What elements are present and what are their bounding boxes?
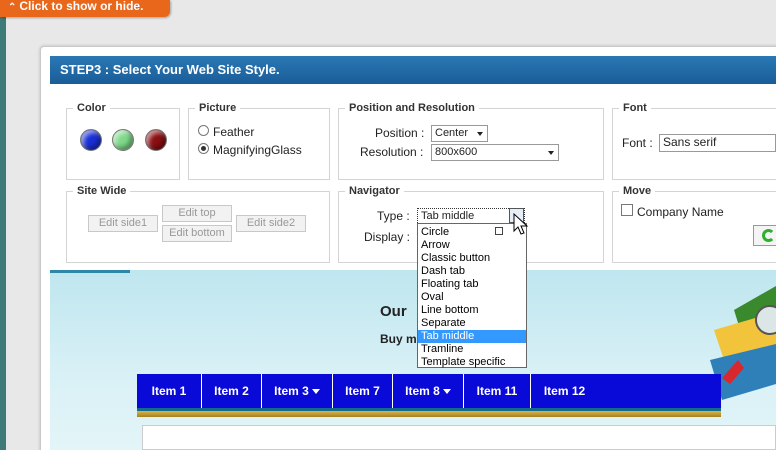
company-name-label: Company Name [637,205,724,219]
nav-item-12[interactable]: Item 12 [531,374,598,408]
magnifyingglass-label: MagnifyingGlass [213,143,302,157]
dropdown-option-line-bottom[interactable]: Line bottom [418,304,526,317]
chevron-down-icon [548,151,554,155]
nav-underline-gold [137,411,721,417]
caret-down-icon [442,389,451,395]
site-wide-legend: Site Wide [73,184,131,198]
position-label: Position : [375,126,425,140]
nav-item-3[interactable]: Item 3 [262,374,333,408]
position-legend: Position and Resolution [345,101,479,115]
company-name-checkbox[interactable] [621,204,633,216]
picture-legend: Picture [195,101,241,115]
color-swatch-dark-red[interactable] [145,129,167,151]
position-value: Center [435,127,469,139]
dropdown-option-classic-button[interactable]: Classic button [418,252,526,265]
show-hide-label: Click to show or hide. [19,0,144,13]
nav-item-11[interactable]: Item 11 [464,374,531,408]
nav-item-label: Item 1 [151,384,187,398]
chevron-down-icon [477,132,483,136]
font-label: Font : [622,136,653,150]
preview-accent-rule [50,270,130,273]
move-fieldset: Move [612,184,776,263]
nav-item-label: Item 12 [543,384,586,398]
dialog-title: STEP3 : Select Your Web Site Style. [50,56,776,84]
preview-content-box [142,425,776,450]
magnifyingglass-radio[interactable] [198,143,209,154]
nav-item-label: Item 3 [274,384,309,398]
edit-bottom-button[interactable]: Edit bottom [162,225,232,242]
dropdown-option-circle[interactable]: Circle [418,226,526,239]
nav-item-1[interactable]: Item 1 [137,374,202,408]
dropdown-option-template-specific[interactable]: Template specific [418,356,526,369]
mouse-cursor-icon [513,213,529,235]
color-swatch-green[interactable] [112,129,134,151]
dropdown-option-oval[interactable]: Oval [418,291,526,304]
preview-subheading: Buy m [380,332,417,346]
font-legend: Font [619,101,651,115]
preview-heading: Our [380,303,407,320]
resolution-label: Resolution : [360,145,424,159]
nav-item-2[interactable]: Item 2 [202,374,262,408]
color-swatch-blue[interactable] [80,129,102,151]
double-chevron-up-icon: ⌃ [8,2,17,13]
edit-top-button[interactable]: Edit top [162,205,232,222]
small-square-icon [495,227,503,235]
edit-side2-button[interactable]: Edit side2 [236,215,306,232]
nav-item-label: Item 8 [405,384,440,398]
move-legend: Move [619,184,656,198]
nav-item-label: Item 2 [214,384,249,398]
resolution-select[interactable]: 800x600 [431,144,559,161]
nav-item-8[interactable]: Item 8 [393,374,464,408]
color-legend: Color [73,101,110,115]
resolution-value: 800x600 [435,146,478,158]
caret-down-icon [311,389,320,395]
nav-item-7[interactable]: Item 7 [333,374,393,408]
position-select[interactable]: Center [431,125,488,142]
display-label: Display : [364,230,411,244]
feather-radio[interactable] [198,125,209,136]
type-value: Tab middle [421,210,475,222]
navigator-type-dropdown[interactable]: Circle Arrow Classic button Dash tab Flo… [417,223,527,368]
nav-item-label: Item 11 [476,384,518,398]
show-hide-toggle[interactable]: ⌃ Click to show or hide. [0,0,170,17]
left-rail [0,0,6,450]
font-value: Sans serif [663,135,717,149]
dropdown-option-arrow[interactable]: Arrow [418,239,526,252]
feather-label: Feather [213,125,255,139]
edit-side1-button[interactable]: Edit side1 [88,215,158,232]
dropdown-option-floating-tab[interactable]: Floating tab [418,278,526,291]
refresh-button[interactable] [753,225,776,246]
navigator-legend: Navigator [345,184,404,198]
refresh-icon [762,229,775,242]
nav-item-label: Item 7 [345,384,380,398]
preview-nav-bar: Item 1 Item 2 Item 3 Item 7 Item 8 Item … [137,374,721,408]
dropdown-option-dash-tab[interactable]: Dash tab [418,265,526,278]
site-preview [50,270,776,450]
type-label: Type : [377,209,410,223]
dropdown-option-separate[interactable]: Separate [418,317,526,330]
dropdown-option-tab-middle[interactable]: Tab middle [418,330,526,343]
font-select[interactable]: Sans serif [659,134,776,152]
dropdown-option-tramline[interactable]: Tramline [418,343,526,356]
